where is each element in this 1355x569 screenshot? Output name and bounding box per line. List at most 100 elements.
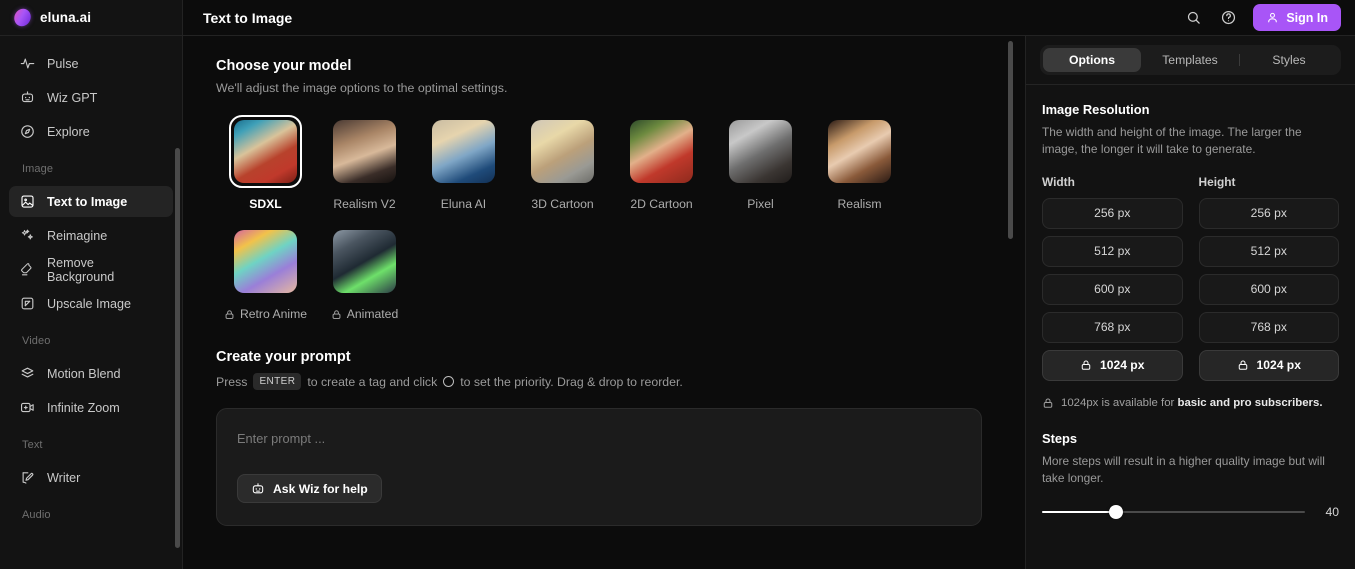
model-card-eluna-ai[interactable]: Eluna AI bbox=[414, 115, 513, 211]
lock-icon bbox=[1080, 359, 1092, 371]
model-section-title: Choose your model bbox=[216, 58, 352, 74]
model-thumbnail-wrap bbox=[724, 115, 797, 188]
ask-wiz-button[interactable]: Ask Wiz for help bbox=[237, 474, 382, 503]
model-card-sdxl[interactable]: SDXL bbox=[216, 115, 315, 211]
compass-icon bbox=[20, 124, 35, 139]
width-column: Width 256 px 512 px 600 px 768 px 1024 px bbox=[1042, 175, 1183, 388]
res-option-label: 1024 px bbox=[1100, 358, 1145, 372]
sidebar-item-label: Text to Image bbox=[47, 194, 128, 209]
res-option-label: 256 px bbox=[1250, 206, 1287, 220]
sidebar-item-motion-blend[interactable]: Motion Blend bbox=[9, 358, 173, 389]
topbar-actions: Sign In bbox=[1183, 4, 1341, 31]
model-label-text: Pixel bbox=[747, 197, 774, 211]
prompt-section-title: Create your prompt bbox=[216, 349, 351, 365]
res-option-label: 768 px bbox=[1250, 320, 1287, 334]
model-thumbnail-image bbox=[432, 120, 495, 183]
width-option-768px[interactable]: 768 px bbox=[1042, 311, 1183, 343]
sidebar-item-remove-background[interactable]: Remove Background bbox=[9, 254, 173, 285]
app-root: eluna.ai Pulse Wiz GPT Explore Image Text to… bbox=[0, 0, 1355, 569]
model-thumbnail-wrap bbox=[328, 225, 401, 298]
sidebar-scrollbar[interactable] bbox=[175, 148, 180, 548]
width-option-600px[interactable]: 600 px bbox=[1042, 273, 1183, 305]
model-label-text: 3D Cartoon bbox=[531, 197, 594, 211]
sidebar-group-label-image: Image bbox=[22, 163, 54, 175]
model-card-retro-anime[interactable]: Retro Anime bbox=[216, 225, 315, 321]
panel-body: Image Resolution The width and height of… bbox=[1026, 85, 1355, 519]
model-label-text: Animated bbox=[346, 307, 399, 321]
width-option-1024px[interactable]: 1024 px bbox=[1042, 349, 1183, 381]
height-option-600px[interactable]: 600 px bbox=[1198, 273, 1339, 305]
search-icon[interactable] bbox=[1183, 8, 1203, 28]
sidebar-group-label-audio: Audio bbox=[22, 509, 51, 521]
pulse-icon bbox=[20, 56, 35, 71]
sidebar: eluna.ai Pulse Wiz GPT Explore Image Text to… bbox=[0, 0, 183, 569]
tab-templates[interactable]: Templates bbox=[1141, 48, 1239, 72]
brand[interactable]: eluna.ai bbox=[0, 0, 182, 36]
model-card-2d-cartoon[interactable]: 2D Cartoon bbox=[612, 115, 711, 211]
res-option-label: 512 px bbox=[1250, 244, 1287, 258]
res-option-label: 600 px bbox=[1094, 282, 1131, 296]
sidebar-item-label: Upscale Image bbox=[47, 296, 131, 311]
steps-slider[interactable] bbox=[1042, 505, 1305, 519]
prompt-input-box[interactable]: Enter prompt ... Ask Wiz for help bbox=[216, 408, 982, 526]
sidebar-item-explore[interactable]: Explore bbox=[9, 116, 173, 147]
sidebar-item-reimagine[interactable]: Reimagine bbox=[9, 220, 173, 251]
lock-icon bbox=[1042, 397, 1054, 409]
height-option-256px[interactable]: 256 px bbox=[1198, 197, 1339, 229]
sign-in-button[interactable]: Sign In bbox=[1253, 4, 1341, 31]
options-panel: Options Templates Styles Image Resolution … bbox=[1025, 36, 1355, 569]
tab-options[interactable]: Options bbox=[1043, 48, 1141, 72]
sparkles-icon bbox=[20, 228, 35, 243]
steps-slider-row: 40 bbox=[1042, 505, 1339, 519]
prompt-placeholder: Enter prompt ... bbox=[237, 431, 326, 446]
model-label-text: Realism V2 bbox=[333, 197, 396, 211]
model-label-text: Eluna AI bbox=[440, 197, 487, 211]
model-label: Eluna AI bbox=[441, 197, 486, 211]
slider-thumb[interactable] bbox=[1108, 505, 1123, 519]
sidebar-item-label: Pulse bbox=[47, 56, 79, 71]
prompt-section-header: Create your prompt Press ENTER to create… bbox=[216, 349, 1025, 390]
panel-tabs-wrap: Options Templates Styles bbox=[1026, 36, 1355, 85]
sidebar-item-label: Remove Background bbox=[47, 255, 115, 284]
model-card-3d-cartoon[interactable]: 3D Cartoon bbox=[513, 115, 612, 211]
center-scrollbar[interactable] bbox=[1008, 41, 1013, 239]
width-option-512px[interactable]: 512 px bbox=[1042, 235, 1183, 267]
tab-styles[interactable]: Styles bbox=[1240, 48, 1338, 72]
model-label: 3D Cartoon bbox=[531, 197, 593, 211]
sidebar-item-pulse[interactable]: Pulse bbox=[9, 48, 173, 79]
robot-icon bbox=[251, 482, 265, 496]
center-panel: Choose your model We'll adjust the image… bbox=[183, 36, 1025, 569]
model-card-realism-v2[interactable]: Realism V2 bbox=[315, 115, 414, 211]
eraser-icon bbox=[20, 262, 35, 277]
model-card-pixel[interactable]: Pixel bbox=[711, 115, 810, 211]
sign-in-label: Sign In bbox=[1286, 10, 1328, 25]
model-section-subtitle: We'll adjust the image options to the op… bbox=[216, 81, 508, 95]
model-card-realism[interactable]: Realism bbox=[810, 115, 909, 211]
steps-description: More steps will result in a higher quali… bbox=[1042, 453, 1325, 485]
sidebar-item-infinite-zoom[interactable]: Infinite Zoom bbox=[9, 392, 173, 423]
width-option-256px[interactable]: 256 px bbox=[1042, 197, 1183, 229]
sidebar-item-wiz-gpt[interactable]: Wiz GPT bbox=[9, 82, 173, 113]
model-label: 2D Cartoon bbox=[630, 197, 692, 211]
model-thumbnail-wrap bbox=[328, 115, 401, 188]
model-label: Pixel bbox=[747, 197, 773, 211]
video-icon bbox=[20, 400, 35, 415]
steps-section: Steps More steps will result in a higher… bbox=[1042, 431, 1339, 519]
model-card-animated[interactable]: Animated bbox=[315, 225, 414, 321]
sidebar-item-upscale-image[interactable]: Upscale Image bbox=[9, 288, 173, 319]
lock-icon bbox=[1237, 359, 1249, 371]
subscriber-note: 1024px is available for basic and pro su… bbox=[1042, 397, 1339, 409]
model-thumbnail-image bbox=[333, 230, 396, 293]
sidebar-item-writer[interactable]: Writer bbox=[9, 462, 173, 493]
topbar: Text to Image Sign In bbox=[183, 0, 1355, 36]
note-bold: basic and pro subscribers. bbox=[1177, 396, 1323, 409]
sidebar-item-label: Writer bbox=[47, 470, 81, 485]
model-thumbnail-wrap bbox=[229, 115, 302, 188]
sidebar-item-text-to-image[interactable]: Text to Image bbox=[9, 186, 173, 217]
height-option-512px[interactable]: 512 px bbox=[1198, 235, 1339, 267]
help-circle-icon[interactable] bbox=[1218, 8, 1238, 28]
height-option-1024px[interactable]: 1024 px bbox=[1198, 349, 1339, 381]
body-row: Choose your model We'll adjust the image… bbox=[183, 36, 1355, 569]
width-label: Width bbox=[1042, 174, 1075, 189]
height-option-768px[interactable]: 768 px bbox=[1198, 311, 1339, 343]
